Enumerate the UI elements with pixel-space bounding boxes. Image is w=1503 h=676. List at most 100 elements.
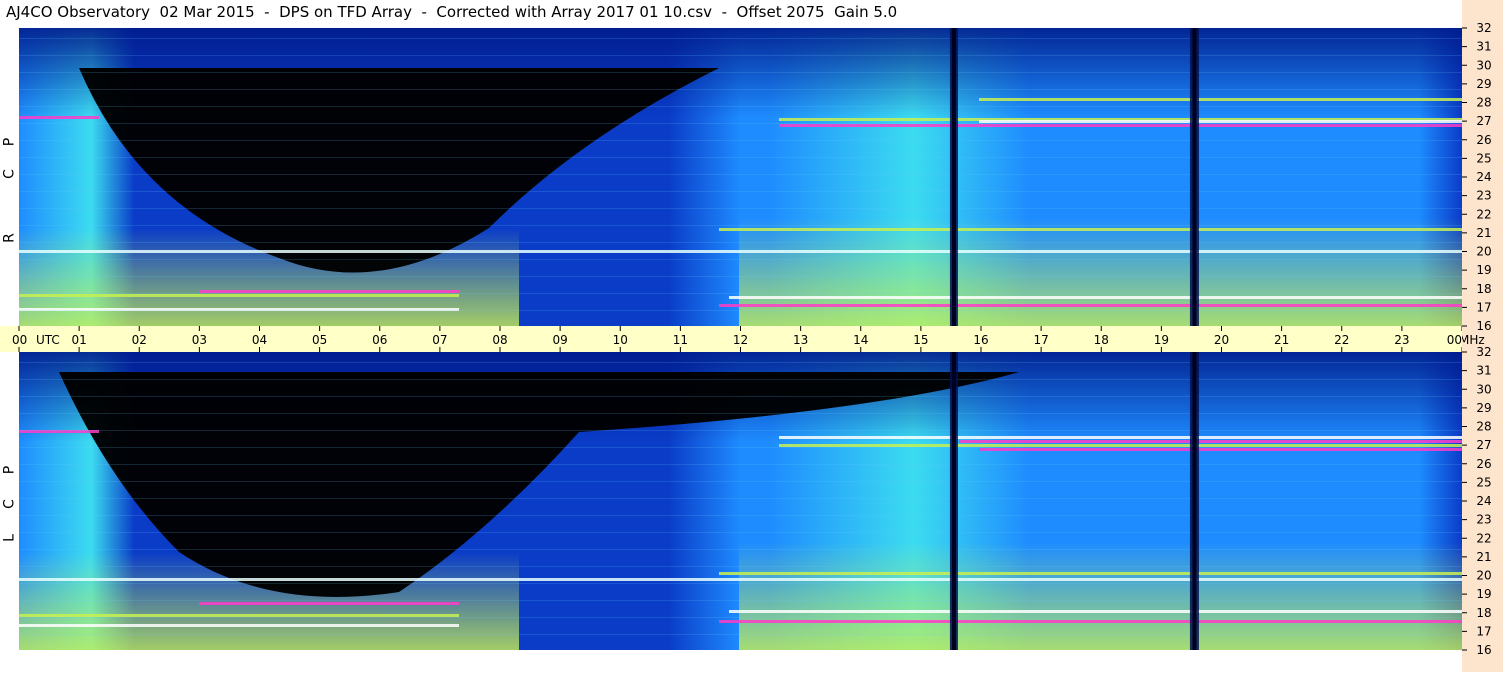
rcp-spectrogram <box>19 28 1462 326</box>
channel-line <box>19 413 1462 414</box>
freq-tick-label: 26 <box>1476 457 1491 471</box>
freq-tick-label: 20 <box>1476 245 1491 259</box>
interference-band <box>729 296 1462 299</box>
channel-line <box>19 464 1462 465</box>
vertical-interference-core <box>951 28 956 326</box>
channel-line <box>19 515 1462 516</box>
time-tick-label: 08 <box>492 333 507 347</box>
channel-line <box>19 55 1462 56</box>
interference-band <box>19 116 99 119</box>
freq-tick-label: 25 <box>1476 151 1491 165</box>
time-tick-label: 18 <box>1094 333 1109 347</box>
channel-line <box>19 191 1462 192</box>
freq-tick-label: 29 <box>1476 77 1491 91</box>
freq-tick-label: 32 <box>1476 345 1491 359</box>
freq-tick-label: 27 <box>1476 114 1491 128</box>
chart-title: AJ4CO Observatory 02 Mar 2015 - DPS on T… <box>6 3 898 21</box>
time-tick-label: 09 <box>552 333 567 347</box>
lcp-spectrogram <box>19 352 1462 650</box>
channel-line <box>19 259 1462 260</box>
freq-tick-label: 17 <box>1476 624 1491 638</box>
frequency-axis-ticks: 16 17 18 19 20 21 22 23 24 25 26 27 28 29 30 31 32 16 17 18… <box>1459 21 1492 657</box>
rcp-letter-2: C <box>1 169 18 179</box>
channel-line <box>19 225 1462 226</box>
interference-band <box>719 304 1462 307</box>
freq-tick-label: 29 <box>1476 401 1491 415</box>
interference-band <box>979 448 1462 451</box>
freq-tick-label: 20 <box>1476 569 1491 583</box>
channel-line <box>19 362 1462 363</box>
channel-line <box>19 617 1462 618</box>
vertical-interference-core <box>1192 352 1197 650</box>
time-axis-ticks: 00 01 02 03 04 05 06 07 08 09 10 11 12 13 14 15 16 17 18 19… <box>12 326 1463 352</box>
freq-tick-label: 19 <box>1476 263 1491 277</box>
freq-tick-label: 23 <box>1476 189 1491 203</box>
time-tick-label: 11 <box>673 333 688 347</box>
interference-band <box>19 294 459 297</box>
lcp-letter-3: P <box>1 465 18 475</box>
channel-line <box>19 481 1462 482</box>
interference-band <box>199 290 459 293</box>
freq-tick-label: 28 <box>1476 420 1491 434</box>
interference-band <box>19 250 1462 253</box>
interference-band <box>979 120 1462 123</box>
lcp-letter-2: C <box>1 499 18 509</box>
channel-line <box>19 600 1462 601</box>
time-tick-label: 17 <box>1033 333 1048 347</box>
time-tick-label: 10 <box>613 333 628 347</box>
freq-tick-label: 28 <box>1476 96 1491 110</box>
interference-band <box>779 124 1462 127</box>
freq-tick-label: 31 <box>1476 364 1491 378</box>
bottom-margin <box>0 650 1462 672</box>
freq-tick-label: 19 <box>1476 587 1491 601</box>
time-tick-label: 04 <box>252 333 267 347</box>
channel-line <box>19 89 1462 90</box>
interference-band <box>19 624 459 627</box>
rcp-label-column: R C P <box>0 28 19 326</box>
vertical-interference-core <box>951 352 956 650</box>
time-tick-label: 01 <box>71 333 86 347</box>
freq-tick-label: 25 <box>1476 475 1491 489</box>
low-freq-glow-day <box>739 218 1462 326</box>
rcp-letter-3: P <box>1 137 18 147</box>
freq-tick-label: 18 <box>1476 606 1491 620</box>
time-tick-label: 12 <box>733 333 748 347</box>
channel-line <box>19 430 1462 431</box>
interference-band <box>19 614 459 617</box>
freq-tick-label: 26 <box>1476 133 1491 147</box>
interference-band <box>979 98 1462 101</box>
channel-line <box>19 106 1462 107</box>
channel-line <box>19 396 1462 397</box>
time-tick-label: 06 <box>372 333 387 347</box>
time-tick-label: 22 <box>1334 333 1349 347</box>
time-tick-label: 21 <box>1274 333 1289 347</box>
interference-band <box>19 578 1462 581</box>
interference-band <box>729 610 1462 613</box>
freq-tick-label: 30 <box>1476 382 1491 396</box>
time-axis: 00 01 02 03 04 05 06 07 08 09 10 11 12 13 14 15 16 17 18 19… <box>0 326 1463 352</box>
freq-tick-label: 16 <box>1476 643 1491 657</box>
time-tick-label: 19 <box>1154 333 1169 347</box>
freq-tick-label: 31 <box>1476 40 1491 54</box>
freq-unit-label: MHz <box>1462 333 1485 347</box>
channel-line <box>19 157 1462 158</box>
channel-line <box>19 566 1462 567</box>
channel-line <box>19 208 1462 209</box>
channel-line <box>19 498 1462 499</box>
frequency-axis: 16 17 18 19 20 21 22 23 24 25 26 27 28 29 30 31 32 16 17 18… <box>1459 0 1503 672</box>
channel-line <box>19 379 1462 380</box>
time-tick-label: 13 <box>793 333 808 347</box>
channel-line <box>19 38 1462 39</box>
freq-tick-label: 32 <box>1476 21 1491 35</box>
channel-line <box>19 276 1462 277</box>
lcp-label-column: L C P <box>0 352 19 650</box>
vertical-interference-core <box>1192 28 1197 326</box>
interference-band <box>719 620 1462 623</box>
freq-tick-label: 30 <box>1476 58 1491 72</box>
freq-tick-label: 16 <box>1476 319 1491 333</box>
interference-band <box>959 440 1462 443</box>
freq-tick-label: 18 <box>1476 282 1491 296</box>
time-tick-label: 20 <box>1214 333 1229 347</box>
time-tick-label: 16 <box>973 333 988 347</box>
rcp-spectrogram-plot <box>19 28 1462 326</box>
